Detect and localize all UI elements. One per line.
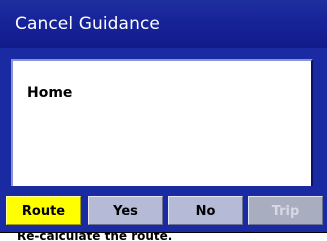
destination-field: Home [11, 59, 313, 190]
dialog-body: Home [0, 48, 327, 200]
status-bar: Re-calculate the route. [0, 232, 327, 241]
no-button[interactable]: No [168, 196, 243, 225]
status-text: Re-calculate the route. [17, 232, 173, 241]
button-bar: Route Yes No Trip [0, 186, 327, 232]
yes-button[interactable]: Yes [88, 196, 163, 225]
trip-button: Trip [248, 196, 323, 225]
title-bar: Cancel Guidance [0, 0, 327, 48]
destination-value: Home [27, 85, 73, 101]
gps-cancel-guidance-screen: Cancel Guidance Home Route Yes No Trip R… [0, 0, 327, 241]
route-button[interactable]: Route [6, 196, 81, 225]
dialog-title: Cancel Guidance [15, 14, 160, 34]
